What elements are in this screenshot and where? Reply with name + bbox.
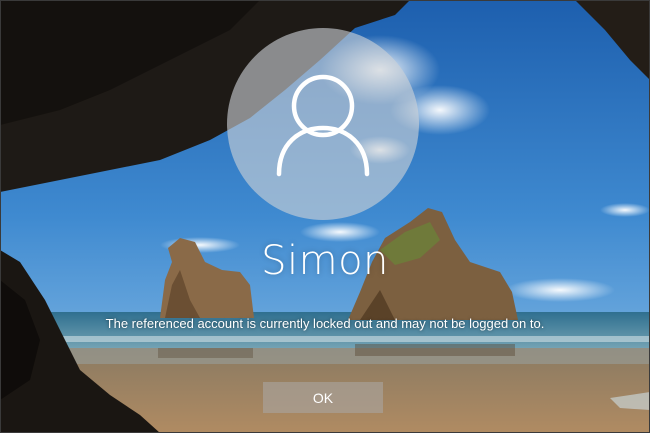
user-name: Simon bbox=[261, 238, 389, 284]
ok-button[interactable]: OK bbox=[263, 382, 383, 413]
user-avatar bbox=[227, 28, 419, 220]
user-silhouette-icon bbox=[276, 74, 370, 177]
error-message: The referenced account is currently lock… bbox=[105, 316, 545, 331]
